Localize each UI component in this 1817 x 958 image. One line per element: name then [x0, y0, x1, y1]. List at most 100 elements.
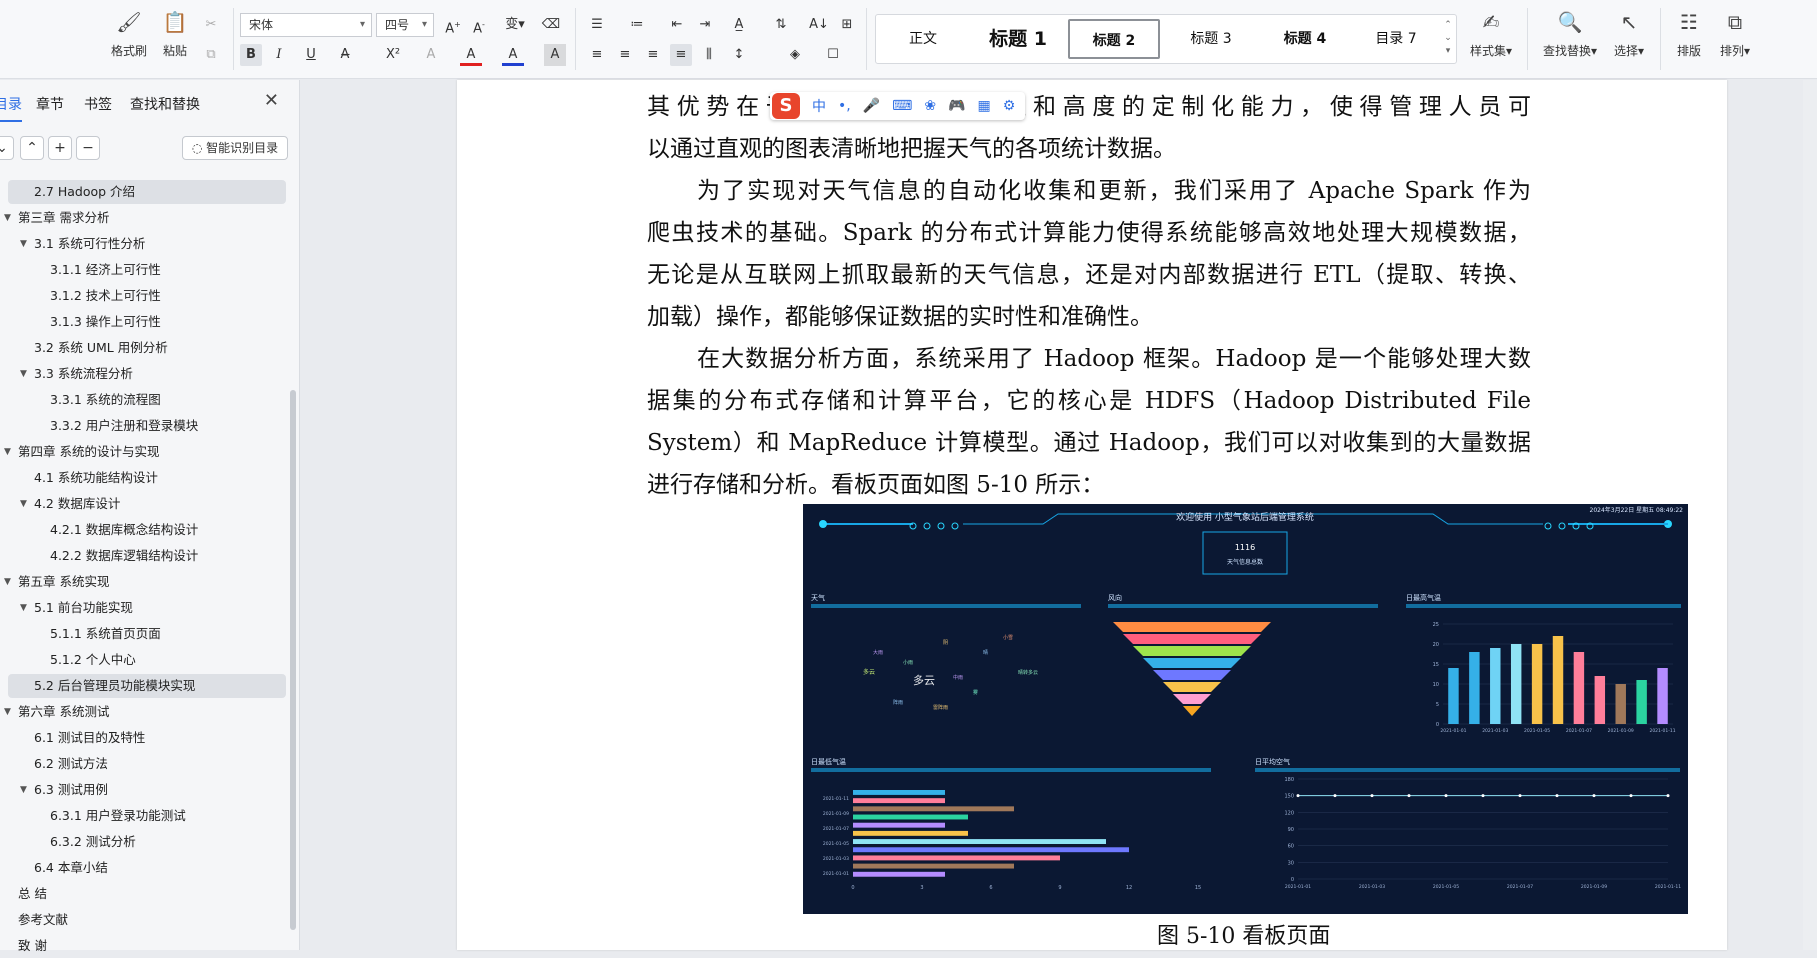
paste-button[interactable]: 📋 粘贴 — [150, 8, 200, 59]
style-heading-2[interactable]: 标题 2 — [1068, 19, 1160, 59]
sort-icon[interactable]: ⇅ — [770, 14, 792, 36]
italic-button[interactable]: I — [268, 44, 290, 66]
game-icon[interactable]: 🎮 — [948, 98, 965, 114]
justify-icon[interactable]: ≡ — [670, 44, 692, 66]
numbering-icon[interactable]: ≔ — [626, 14, 648, 36]
align-right-icon[interactable]: ≡ — [642, 44, 664, 66]
keyboard-icon[interactable]: ⌨ — [892, 98, 912, 114]
toc-item[interactable]: 3.1.2 技术上可行性 — [50, 284, 161, 308]
style-heading-1[interactable]: 标题 1 — [972, 19, 1064, 59]
toc-item[interactable]: 3.3 系统流程分析 — [34, 362, 133, 386]
chevron-down-icon[interactable]: ▼ — [4, 707, 11, 717]
toc-item[interactable]: 6.3.2 测试分析 — [50, 830, 136, 854]
font-size-select[interactable]: 四号 ▾ — [376, 13, 434, 37]
underline-button[interactable]: U — [300, 44, 322, 66]
chevron-down-icon[interactable]: ▼ — [20, 499, 27, 509]
add-entry-icon[interactable]: + — [48, 136, 72, 160]
toc-item[interactable]: 6.2 测试方法 — [34, 752, 108, 776]
mic-icon[interactable]: 🎤 — [863, 98, 880, 114]
toc-item[interactable]: 第四章 系统的设计与实现 — [18, 440, 159, 464]
phonetic-icon[interactable]: 变▾ — [500, 14, 530, 36]
toc-item[interactable]: 6.3 测试用例 — [34, 778, 108, 802]
move-up-icon[interactable]: ⌃ — [20, 136, 44, 160]
show-marks-icon[interactable]: ⊞ — [836, 14, 858, 36]
toc-item[interactable]: 6.4 本章小结 — [34, 856, 108, 880]
clear-format-icon[interactable]: ⌫ — [540, 14, 562, 36]
font-name-select[interactable]: 宋体 ▾ — [240, 13, 372, 37]
font-color-button[interactable]: A — [502, 44, 524, 66]
shrink-font-icon[interactable]: A- — [468, 14, 490, 36]
tab-find-replace[interactable]: 查找和替换 — [130, 94, 200, 114]
toc-item[interactable]: 2.7 Hadoop 介绍 — [34, 180, 135, 204]
select-button[interactable]: ↖ 选择▾ — [1604, 8, 1654, 59]
line-spacing-icon[interactable]: ↕ — [728, 44, 750, 66]
char-shading-button[interactable]: A — [544, 44, 566, 66]
style-set-button[interactable]: ✍ 样式集▾ — [1466, 8, 1516, 59]
arrange-button[interactable]: ⧉ 排列▾ — [1710, 8, 1760, 59]
bold-button[interactable]: B — [240, 44, 262, 66]
toc-item[interactable]: 5.1.2 个人中心 — [50, 648, 136, 672]
toc-item[interactable]: 4.2.2 数据库逻辑结构设计 — [50, 544, 198, 568]
nav-scrollbar[interactable] — [290, 390, 296, 930]
bullets-icon[interactable]: ☰ — [586, 14, 608, 36]
tab-chapters[interactable]: 章节 — [36, 94, 64, 114]
decrease-indent-icon[interactable]: ⇤ — [666, 14, 688, 36]
close-icon[interactable]: ✕ — [264, 90, 279, 111]
ime-lang[interactable]: 中 — [812, 96, 826, 116]
toc-item[interactable]: 4.1 系统功能结构设计 — [34, 466, 158, 490]
tab-toc[interactable]: 目录 — [0, 94, 22, 122]
grow-font-icon[interactable]: A+ — [442, 14, 464, 36]
paragraph-2[interactable]: 为了实现对天气信息的自动化收集和更新，我们采用了 Apache Spark 作为… — [647, 170, 1531, 338]
toc-item[interactable]: 5.2 后台管理员功能模块实现 — [34, 674, 195, 698]
chevron-down-icon[interactable]: ▼ — [20, 369, 27, 379]
chevron-down-icon[interactable]: ▼ — [4, 213, 11, 223]
dashboard-figure[interactable]: 欢迎使用 小型气象站后端管理系统 2024年3月22日 星期五 08:49:22… — [803, 504, 1688, 914]
toc-item[interactable]: 第三章 需求分析 — [18, 206, 109, 230]
chevron-down-icon[interactable]: ▼ — [20, 603, 27, 613]
style-heading-4[interactable]: 标题 4 — [1260, 19, 1350, 59]
chevron-down-icon[interactable]: ▼ — [20, 239, 27, 249]
toc-item[interactable]: 参考文献 — [18, 908, 68, 932]
distribute-icon[interactable]: ⫼ — [698, 44, 720, 66]
chevron-down-icon[interactable]: ▼ — [20, 785, 27, 795]
remove-entry-icon[interactable]: − — [76, 136, 100, 160]
toc-item[interactable]: 4.2.1 数据库概念结构设计 — [50, 518, 198, 542]
gallery-scroll[interactable]: ⌃ ⌄ ▾ — [1442, 19, 1454, 58]
find-replace-button[interactable]: 🔍 查找替换▾ — [1538, 8, 1602, 59]
text-effect-icon[interactable]: A — [420, 44, 442, 66]
toc-item[interactable]: 6.3.1 用户登录功能测试 — [50, 804, 186, 828]
toc-item[interactable]: 5.1 前台功能实现 — [34, 596, 133, 620]
document-scrollbar[interactable] — [1803, 80, 1817, 950]
layout-button[interactable]: ☷ 排版 — [1664, 8, 1714, 59]
toc-item[interactable]: 第六章 系统测试 — [18, 700, 109, 724]
chevron-down-icon[interactable]: ▼ — [4, 577, 11, 587]
highlight-color-button[interactable]: A — [460, 44, 482, 66]
smart-toc-button[interactable]: ◌ 智能识别目录 — [182, 136, 288, 160]
toc-item[interactable]: 3.1.1 经济上可行性 — [50, 258, 161, 282]
format-painter-button[interactable]: 🖌 格式刷 — [104, 8, 154, 59]
style-toc-7[interactable]: 目录 7 — [1354, 19, 1438, 59]
toc-item[interactable]: 5.1.1 系统首页页面 — [50, 622, 161, 646]
skin-icon[interactable]: ❀ — [924, 98, 936, 114]
toc-item[interactable]: 总 结 — [18, 882, 47, 906]
toc-item[interactable]: 第五章 系统实现 — [18, 570, 109, 594]
copy-icon[interactable]: ⧉ — [200, 44, 222, 66]
toc-item[interactable]: 6.1 测试目的及特性 — [34, 726, 145, 750]
apps-icon[interactable]: ▦ — [978, 98, 991, 114]
increase-indent-icon[interactable]: ⇥ — [694, 14, 716, 36]
paragraph-3[interactable]: 在大数据分析方面，系统采用了 Hadoop 框架。Hadoop 是一个能够处理大… — [647, 338, 1531, 506]
settings-icon[interactable]: ⚙ — [1003, 98, 1016, 114]
toc-item[interactable]: 3.1.3 操作上可行性 — [50, 310, 161, 334]
strikethrough-button[interactable]: A̶ — [334, 44, 356, 66]
style-normal[interactable]: 正文 — [884, 19, 962, 59]
chevron-down-icon[interactable]: ▼ — [4, 447, 11, 457]
toc-item[interactable]: 3.3.1 系统的流程图 — [50, 388, 161, 412]
tab-bookmarks[interactable]: 书签 — [84, 94, 112, 114]
toc-item[interactable]: 致 谢 — [18, 934, 47, 958]
ime-toolbar[interactable]: S 中 •, 🎤 ⌨ ❀ 🎮 ▦ ⚙ — [770, 92, 1026, 120]
shading-icon[interactable]: ◈ — [784, 44, 806, 66]
style-heading-3[interactable]: 标题 3 — [1166, 19, 1256, 59]
toc-item[interactable]: 3.2 系统 UML 用例分析 — [34, 336, 168, 360]
text-direction-icon[interactable]: A̲ — [728, 14, 750, 36]
toc-item[interactable]: 3.3.2 用户注册和登录模块 — [50, 414, 198, 438]
